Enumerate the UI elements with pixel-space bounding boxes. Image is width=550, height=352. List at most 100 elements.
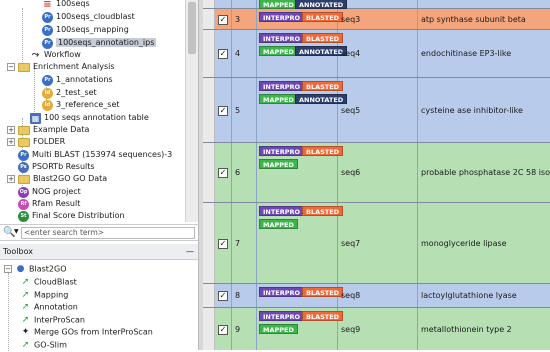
arrow-icon: ➚ — [21, 277, 30, 287]
tree-item[interactable]: Ps PSORTb Results — [18, 161, 95, 173]
row-gutter — [203, 9, 215, 29]
description-cell: lactoylglutathione lyase — [418, 284, 550, 307]
tree-item[interactable]: Pr 100seqs_cloudblast — [42, 11, 135, 23]
row-checkbox[interactable]: ✓ — [218, 239, 228, 249]
row-gutter — [203, 0, 215, 8]
row-checkbox[interactable]: ✓ — [218, 325, 228, 335]
minimize-icon[interactable]: — — [186, 244, 194, 260]
tree-item[interactable]: + Example Data — [7, 124, 89, 136]
table-row[interactable]: ✓ 5 INTERPRO BLASTED MAPPED ANNOTATED seq5 cyst… — [203, 78, 550, 143]
row-checkbox[interactable]: ✓ — [218, 15, 228, 25]
toolbox-item[interactable]: ➚ InterProScan — [20, 314, 85, 326]
sequence-cell: seq5 — [338, 78, 418, 142]
expand-icon[interactable]: + — [7, 126, 15, 134]
toolbox-item-label: Merge GOs from InterProScan — [34, 327, 153, 337]
tree-scrollbar-thumb[interactable] — [188, 2, 196, 54]
sequence-cell: seq7 — [338, 203, 418, 283]
tree-item[interactable]: ⤳ Workflow — [30, 49, 81, 61]
tree-item[interactable]: Rf Rfam Result — [18, 198, 80, 210]
sequence-description: metallothionein type 2 — [421, 325, 512, 334]
tree-item[interactable]: ≡ 100seqs — [42, 0, 90, 10]
number-cell: 4 — [232, 30, 257, 77]
toolbox-title: Toolbox — [3, 247, 33, 256]
tree-item[interactable]: − Enrichment Analysis — [7, 61, 115, 73]
tree-item[interactable]: Pr 100seqs_mapping — [42, 24, 129, 36]
mapped-badge: MAPPED — [259, 159, 298, 169]
sequence-name: seq7 — [341, 239, 361, 248]
toolbox-item[interactable]: ➚ Annotation — [20, 301, 78, 313]
p-icon: Pr — [42, 74, 53, 86]
tree-item[interactable]: Op NOG project — [18, 186, 81, 198]
chevron-down-icon[interactable]: ▼ — [14, 228, 19, 235]
tags-cell: MAPPED ANNOTATED — [257, 0, 348, 9]
mapped-badge: MAPPED — [259, 219, 298, 229]
expand-icon[interactable]: + — [7, 138, 15, 146]
sequence-table: MAPPED ANNOTATED ✓ 3 INTERPRO BLASTED seq3 atp … — [203, 0, 550, 350]
blasted-badge: BLASTED — [302, 287, 344, 297]
project-tree[interactable]: ≡ 100seqs Pr 100seqs_cloudblast Pr 100seqs_ma… — [0, 0, 185, 222]
row-number: 3 — [235, 15, 241, 24]
search-input[interactable]: <enter search term> — [21, 227, 195, 239]
tree-item-label: 100seqs — [56, 0, 90, 8]
expand-icon[interactable]: + — [7, 175, 15, 183]
table-row[interactable]: ✓ 8 INTERPRO BLASTED seq8 lactoylglutathione … — [203, 284, 550, 308]
blasted-badge: BLASTED — [302, 146, 344, 156]
toolbox-item[interactable]: ➚ GO-Slim — [20, 339, 67, 351]
tree-item[interactable]: Pr 100seqs_annotation_ips — [42, 37, 157, 49]
checkbox-cell: ✓ — [215, 30, 232, 77]
toolbox-item-label: CloudBlast — [34, 277, 77, 287]
row-checkbox[interactable]: ✓ — [218, 49, 228, 59]
table-row[interactable]: ✓ 9 INTERPRO BLASTED MAPPED seq9 metallothione… — [203, 308, 550, 350]
table-row[interactable]: ✓ 3 INTERPRO BLASTED seq3 atp synthase subuni… — [203, 9, 550, 30]
description-cell: endochitinase EP3-like — [418, 30, 550, 77]
toolbox-item-label: GO-Slim — [34, 340, 67, 350]
interpro-badge: INTERPRO — [259, 287, 305, 297]
sequence-cell: seq4 — [338, 30, 418, 77]
toolbox-item[interactable]: ➚ Mapping — [20, 289, 69, 301]
table-row[interactable]: ✓ 6 INTERPRO BLASTED MAPPED seq6 probable phos… — [203, 143, 550, 203]
tree-item[interactable]: + FOLDER — [7, 136, 65, 148]
p-icon: Pr — [18, 149, 29, 161]
merge-icon: ✦ — [21, 327, 30, 338]
tree-item[interactable]: + Blast2GO GO Data — [7, 173, 107, 185]
table-row[interactable]: ✓ 4 INTERPRO BLASTED MAPPED ANNOTATED seq4 endo… — [203, 30, 550, 78]
toolbox-group-blast2go[interactable]: − ● Blast2GO — [4, 263, 67, 275]
sequence-description: atp synthase subunit beta — [421, 15, 526, 24]
tree-item-label: Multi BLAST (153974 sequences)-3 — [32, 150, 173, 159]
d-icon: Id — [42, 99, 53, 111]
blast2go-icon: ● — [16, 264, 25, 274]
table-row[interactable]: MAPPED ANNOTATED — [203, 0, 550, 9]
interpro-badge: INTERPRO — [259, 12, 305, 22]
tree-item[interactable]: St Final Score Distribution — [18, 210, 125, 222]
collapse-icon[interactable]: − — [7, 63, 15, 71]
tree-scrollbar[interactable] — [185, 0, 198, 222]
arrow-icon: ➚ — [21, 302, 30, 313]
row-checkbox[interactable]: ✓ — [218, 168, 228, 178]
row-number: 7 — [235, 239, 241, 248]
arrow-icon: ➚ — [21, 314, 30, 325]
toolbox-item[interactable]: ➚ CloudBlast — [20, 276, 77, 288]
p-icon: Pr — [42, 37, 53, 49]
tree-item[interactable]: Pr Multi BLAST (153974 sequences)-3 — [18, 149, 172, 161]
collapse-icon[interactable]: − — [4, 265, 12, 273]
row-number: 5 — [235, 106, 241, 115]
sequence-description: probable phosphatase 2C 58 isof… — [421, 168, 550, 177]
tree-item-label: Rfam Result — [32, 199, 81, 208]
tree-item[interactable]: Pr 1_annotations — [42, 74, 113, 86]
tree-item[interactable]: Id 2_test_set — [42, 87, 97, 99]
tree-item-label: 2_test_set — [56, 88, 97, 97]
toolbox-item[interactable]: ✦ Merge GOs from InterProScan — [20, 326, 153, 338]
row-checkbox[interactable]: ✓ — [218, 106, 228, 116]
tree-item[interactable]: ▦ 100 seqs annotation table — [30, 112, 149, 124]
table-row[interactable]: ✓ 7 INTERPRO BLASTED MAPPED seq7 monoglyceride… — [203, 203, 550, 284]
folder-icon — [18, 125, 30, 135]
sequence-cell — [338, 0, 418, 8]
p-icon: Ps — [18, 161, 29, 173]
mapped-badge: MAPPED — [259, 324, 298, 334]
row-checkbox[interactable]: ✓ — [218, 291, 228, 301]
row-number: 8 — [235, 291, 241, 300]
tree-item[interactable]: Id 3_reference_set — [42, 99, 120, 111]
row-number: 9 — [235, 325, 241, 334]
sequence-description: cysteine ase inhibitor-like — [421, 106, 523, 115]
number-cell — [232, 0, 257, 8]
